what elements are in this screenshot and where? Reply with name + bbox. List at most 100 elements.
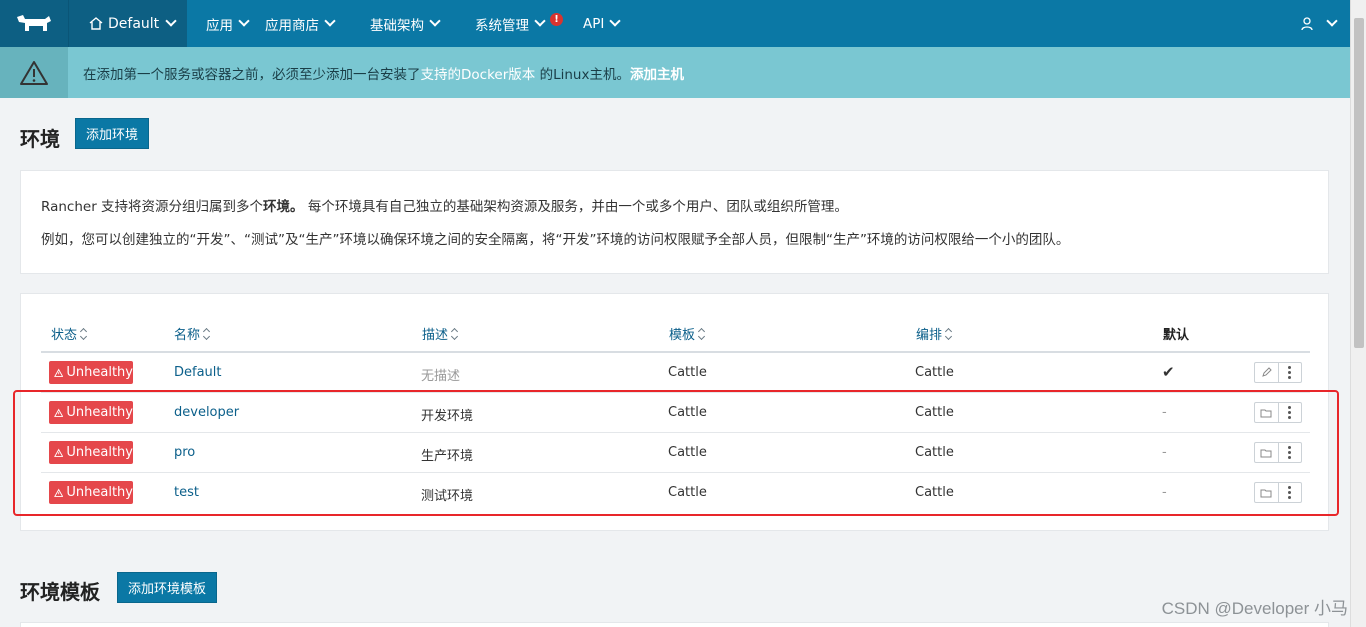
sort-icon: [450, 327, 459, 340]
column-default-label: 默认: [1163, 328, 1190, 343]
environment-template: Cattle: [668, 365, 707, 380]
cow-logo-icon: [17, 14, 51, 31]
column-name[interactable]: 名称: [174, 324, 211, 343]
nav-catalog[interactable]: 应用商店: [265, 0, 336, 47]
row-actions: [1254, 482, 1302, 503]
top-navbar: Default 应用 应用商店 基础架构 系统管理 ! API: [0, 0, 1350, 47]
status-badge: Unhealthy: [49, 401, 133, 424]
chevron-down-icon: [534, 15, 546, 27]
nav-admin-label: 系统管理: [475, 17, 529, 34]
add-host-link[interactable]: 添加主机: [630, 67, 684, 83]
chevron-down-icon: [1326, 15, 1338, 27]
warning-icon: [54, 368, 64, 377]
table-row: Unhealthy Default 无描述 Cattle Cattle ✔: [41, 353, 1310, 393]
column-description[interactable]: 描述: [422, 324, 459, 343]
watermark: CSDN @Developer 小马: [1161, 599, 1348, 618]
environment-description: 开发环境: [421, 409, 474, 424]
folder-icon: [1260, 409, 1272, 417]
kebab-icon: [1279, 406, 1302, 419]
status-text: Unhealthy: [66, 445, 133, 460]
nav-catalog-label: 应用商店: [265, 17, 319, 34]
default-value: -: [1162, 485, 1167, 500]
more-actions-button[interactable]: [1277, 483, 1302, 502]
templates-title: 环境模板: [20, 580, 100, 604]
kebab-icon: [1279, 446, 1302, 459]
chevron-down-icon: [238, 15, 250, 27]
sort-icon: [697, 327, 706, 340]
info-text: 每个环境具有自己独立的基础架构资源及服务，并由一个或多个用户、团队或组织所管理。: [303, 199, 848, 215]
user-menu[interactable]: [1301, 0, 1338, 47]
row-actions: [1254, 362, 1302, 383]
environment-info-box: Rancher 支持将资源分组归属到多个环境。 每个环境具有自己独立的基础架构资…: [20, 170, 1329, 274]
info-text: Rancher 支持将资源分组归属到多个: [41, 199, 264, 215]
environment-template: Cattle: [668, 405, 707, 420]
environment-orchestration: Cattle: [915, 485, 954, 500]
nav-admin[interactable]: 系统管理 !: [475, 0, 563, 47]
environment-template: Cattle: [668, 485, 707, 500]
docker-version-link[interactable]: 支持的Docker版本: [421, 67, 536, 83]
environments-table: 状态 名称 描述 模板 编排 默认 Unhealthy Default 无描述: [20, 293, 1329, 531]
add-environment-button[interactable]: 添加环境: [75, 118, 149, 149]
templates-card: [20, 622, 1329, 627]
environment-switcher[interactable]: Default: [68, 0, 187, 47]
switch-environment-button[interactable]: [1255, 483, 1278, 502]
table-row: Unhealthy test 测试环境 Cattle Cattle -: [41, 473, 1310, 513]
default-value: -: [1162, 405, 1167, 420]
nav-infrastructure[interactable]: 基础架构: [370, 0, 441, 47]
rancher-logo[interactable]: [0, 0, 68, 47]
warning-banner: 在添加第一个服务或容器之前，必须至少添加一台安装了支持的Docker版本 的Li…: [0, 47, 1350, 98]
switch-environment-button[interactable]: [1255, 443, 1278, 462]
table-header: 状态 名称 描述 模板 编排 默认: [41, 316, 1310, 353]
environment-orchestration: Cattle: [915, 365, 954, 380]
home-icon: [89, 17, 103, 30]
chevron-down-icon: [165, 15, 177, 27]
environment-name-link[interactable]: developer: [174, 405, 239, 420]
column-orchestration[interactable]: 编排: [916, 324, 953, 343]
folder-icon: [1260, 449, 1272, 457]
column-state-label: 状态: [51, 328, 78, 343]
table-row: Unhealthy pro 生产环境 Cattle Cattle -: [41, 433, 1310, 473]
sort-icon: [79, 327, 88, 340]
column-state[interactable]: 状态: [51, 324, 88, 343]
environment-name-link[interactable]: Default: [174, 365, 222, 380]
nav-api[interactable]: API: [583, 0, 622, 47]
more-actions-button[interactable]: [1277, 363, 1302, 382]
kebab-icon: [1279, 366, 1302, 379]
status-badge: Unhealthy: [49, 361, 133, 384]
banner-text-mid: 的Linux主机。: [535, 66, 630, 83]
column-orchestration-label: 编排: [916, 328, 943, 343]
more-actions-button[interactable]: [1277, 443, 1302, 462]
switch-environment-button[interactable]: [1255, 403, 1278, 422]
warning-icon: [54, 488, 64, 497]
default-value: -: [1162, 445, 1167, 460]
nav-api-label: API: [583, 15, 605, 32]
warning-icon: [0, 47, 68, 98]
environment-name-link[interactable]: test: [174, 485, 199, 500]
chevron-down-icon: [609, 15, 622, 27]
default-check-icon: ✔: [1162, 363, 1175, 381]
row-actions: [1254, 442, 1302, 463]
kebab-icon: [1279, 486, 1302, 499]
vertical-scrollbar[interactable]: [1350, 0, 1366, 627]
table-row: Unhealthy developer 开发环境 Cattle Cattle -: [41, 393, 1310, 433]
sort-icon: [202, 327, 211, 340]
info-line-2: 例如，您可以创建独立的“开发”、“测试”及“生产”环境以确保环境之间的安全隔离，…: [41, 232, 1070, 248]
more-actions-button[interactable]: [1277, 403, 1302, 422]
scrollbar-thumb[interactable]: [1354, 18, 1364, 348]
column-template[interactable]: 模板: [669, 324, 706, 343]
chevron-down-icon: [429, 15, 441, 27]
environment-label: Default: [108, 15, 160, 32]
add-environment-template-button[interactable]: 添加环境模板: [117, 572, 217, 603]
edit-button[interactable]: [1255, 363, 1278, 382]
environment-name-link[interactable]: pro: [174, 445, 195, 460]
column-name-label: 名称: [174, 328, 201, 343]
info-line-1: Rancher 支持将资源分组归属到多个环境。 每个环境具有自己独立的基础架构资…: [41, 191, 1308, 224]
user-icon: [1301, 16, 1313, 30]
environment-orchestration: Cattle: [915, 405, 954, 420]
environment-description: 无描述: [421, 369, 461, 384]
nav-apps-label: 应用: [206, 17, 233, 34]
nav-infrastructure-label: 基础架构: [370, 17, 424, 34]
nav-apps[interactable]: 应用: [206, 0, 250, 47]
environment-orchestration: Cattle: [915, 445, 954, 460]
environment-description: 测试环境: [421, 489, 474, 504]
